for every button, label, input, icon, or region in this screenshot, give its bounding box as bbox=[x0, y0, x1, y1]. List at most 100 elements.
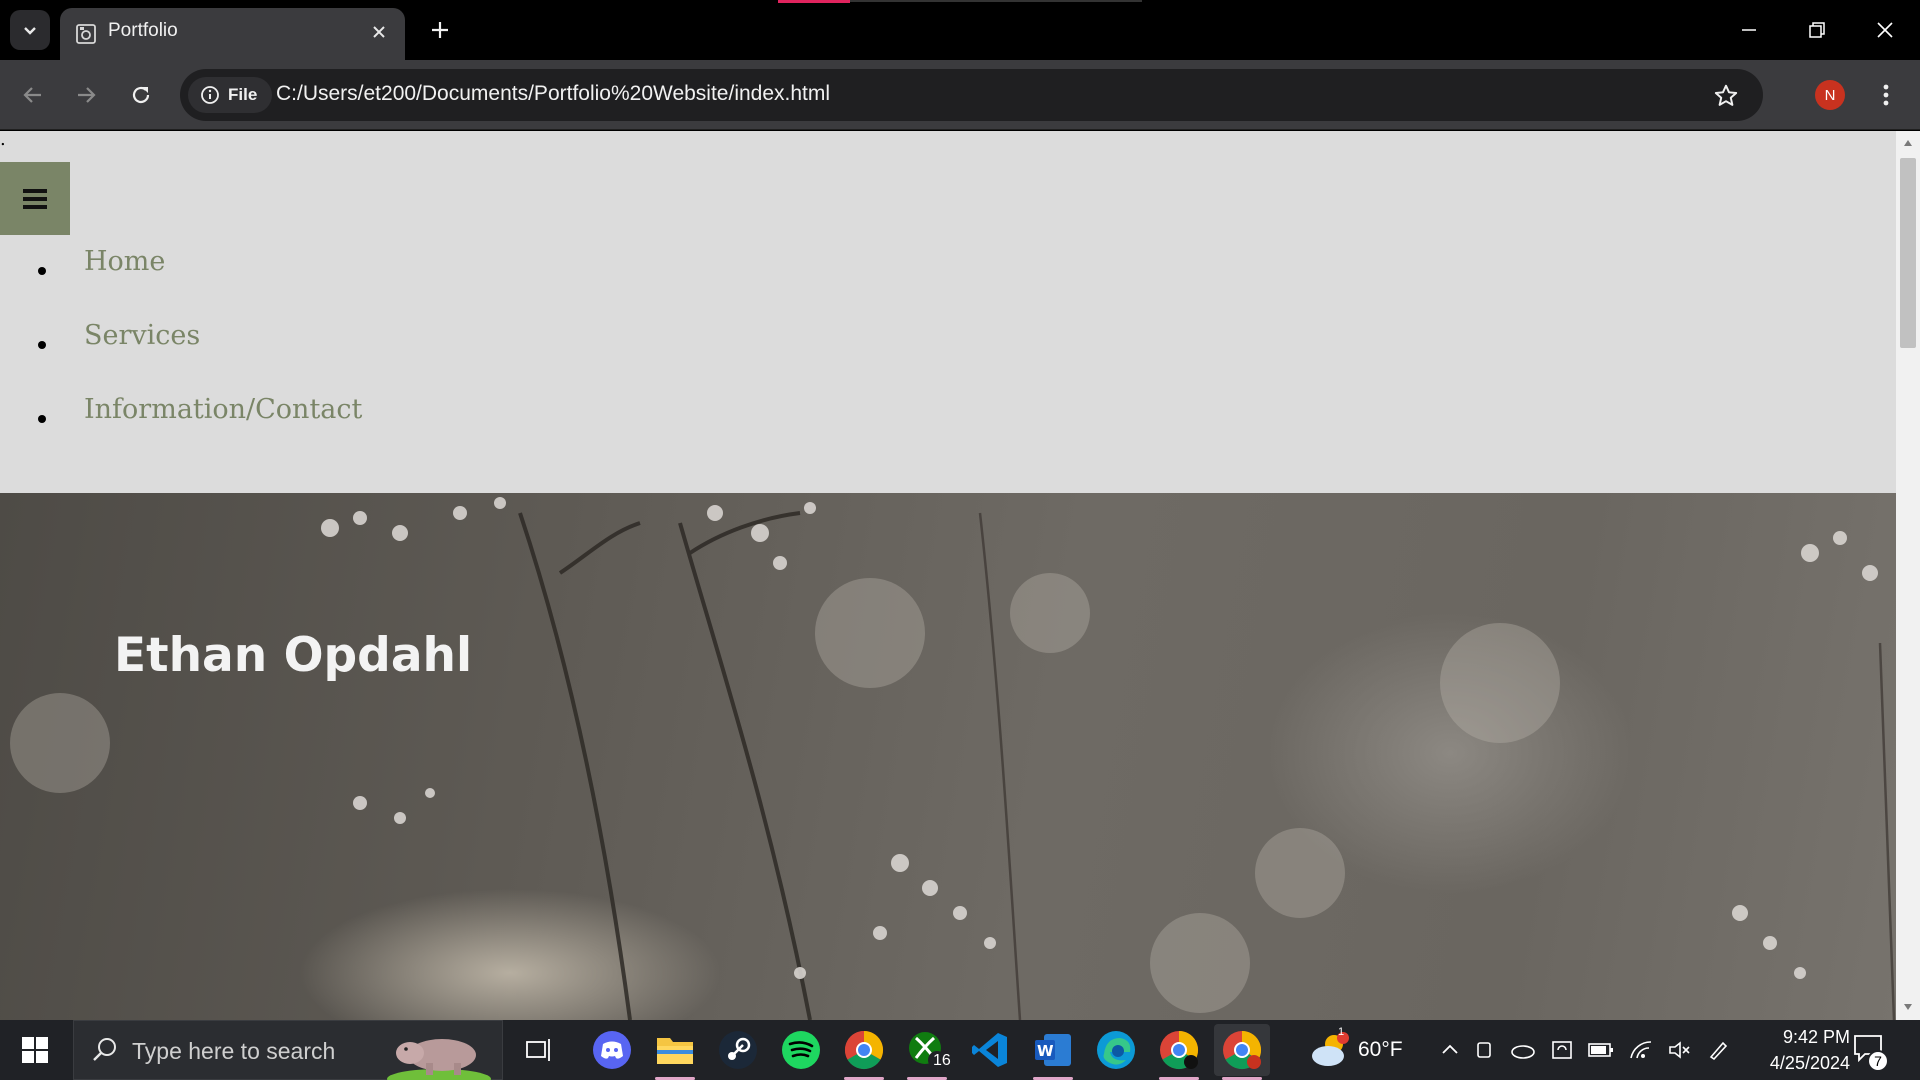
system-tray bbox=[1440, 1034, 1731, 1066]
speaker-muted-icon[interactable] bbox=[1668, 1040, 1692, 1060]
loading-indicator bbox=[778, 0, 1142, 3]
pen-icon[interactable] bbox=[1707, 1039, 1731, 1061]
nav-link-services[interactable]: Services bbox=[84, 317, 200, 355]
menu-toggle-button[interactable] bbox=[0, 162, 70, 235]
scroll-up-button[interactable] bbox=[1902, 137, 1914, 149]
chevron-down-icon bbox=[24, 27, 36, 35]
taskbar-chrome-2[interactable] bbox=[1151, 1024, 1207, 1080]
taskbar-clock[interactable]: 9:42 PM 4/25/2024 bbox=[1740, 1024, 1850, 1076]
site-info-chip[interactable]: File bbox=[188, 77, 272, 113]
more-vertical-icon bbox=[1883, 84, 1889, 106]
minimize-button[interactable] bbox=[1724, 8, 1774, 52]
edge-icon bbox=[1097, 1031, 1135, 1069]
taskbar-chrome-1[interactable] bbox=[836, 1024, 892, 1080]
restore-icon bbox=[1809, 22, 1825, 38]
taskbar-discord[interactable] bbox=[584, 1024, 640, 1076]
nav-item-contact: Information/Contact bbox=[0, 391, 362, 465]
taskbar-steam[interactable] bbox=[710, 1024, 766, 1076]
discord-icon bbox=[593, 1031, 631, 1069]
weather-temperature: 60°F bbox=[1358, 1038, 1403, 1061]
xbox-badge: 16 bbox=[933, 1052, 951, 1069]
chrome-icon bbox=[844, 1031, 884, 1070]
chrome-icon bbox=[1160, 1031, 1199, 1070]
plus-icon bbox=[432, 22, 448, 38]
search-highlight-icon bbox=[387, 1039, 491, 1080]
close-icon bbox=[373, 26, 385, 38]
taskbar-chrome-active[interactable] bbox=[1214, 1024, 1270, 1080]
back-button[interactable] bbox=[13, 75, 53, 115]
svg-text:W: W bbox=[1037, 1042, 1054, 1060]
url-text[interactable]: C:/Users/et200/Documents/Portfolio%20Web… bbox=[276, 82, 830, 106]
taskbar-spotify[interactable] bbox=[773, 1024, 829, 1076]
scroll-down-button[interactable] bbox=[1902, 1001, 1914, 1013]
taskbar-xbox[interactable]: 16 bbox=[899, 1024, 955, 1080]
nav-item-services: Services bbox=[0, 317, 362, 391]
triangle-down-icon bbox=[1904, 1004, 1912, 1010]
reload-icon bbox=[132, 86, 150, 104]
forward-button[interactable] bbox=[66, 75, 106, 115]
star-icon bbox=[1714, 84, 1738, 106]
new-tab-button[interactable] bbox=[424, 14, 456, 46]
sync-icon[interactable] bbox=[1551, 1039, 1573, 1061]
weather-badge: 1 bbox=[1338, 1026, 1345, 1038]
nav-link-home[interactable]: Home bbox=[84, 243, 165, 281]
arrow-right-icon bbox=[78, 87, 96, 103]
vscode-icon bbox=[972, 1033, 1007, 1067]
word-icon: W bbox=[1035, 1034, 1071, 1066]
page-favicon-icon bbox=[76, 24, 96, 44]
task-view-icon bbox=[526, 1039, 550, 1061]
address-bar[interactable]: File C:/Users/et200/Documents/Portfolio%… bbox=[180, 69, 1763, 121]
task-view-button[interactable] bbox=[512, 1024, 568, 1076]
chrome-icon bbox=[1223, 1031, 1262, 1070]
taskbar-search-box[interactable]: Type here to search bbox=[73, 1020, 503, 1080]
folder-icon bbox=[657, 1038, 693, 1064]
weather-widget[interactable]: 1 60°F bbox=[1310, 1026, 1410, 1072]
onedrive-icon[interactable] bbox=[1510, 1040, 1536, 1060]
taskbar-vscode[interactable] bbox=[962, 1024, 1018, 1076]
start-button[interactable] bbox=[0, 1020, 70, 1080]
profile-avatar[interactable]: N bbox=[1815, 80, 1845, 110]
bookmark-button[interactable] bbox=[1711, 81, 1741, 111]
hamburger-icon bbox=[23, 188, 47, 209]
search-icon bbox=[93, 1038, 116, 1061]
scrollbar-thumb[interactable] bbox=[1900, 158, 1916, 348]
taskbar-word[interactable]: W bbox=[1025, 1024, 1081, 1080]
tab-search-button[interactable] bbox=[10, 10, 50, 50]
hero-section: Ethan Opdahl bbox=[0, 493, 1896, 1020]
nav-item-home: Home bbox=[0, 243, 362, 317]
battery-icon[interactable] bbox=[1588, 1042, 1614, 1058]
triangle-up-icon bbox=[1904, 140, 1912, 146]
tab-strip: Portfolio bbox=[0, 0, 1920, 60]
taskbar-file-explorer[interactable] bbox=[647, 1024, 703, 1080]
minimize-icon bbox=[1742, 29, 1756, 31]
notification-center-button[interactable]: 7 bbox=[1853, 1034, 1889, 1072]
stray-text: . bbox=[0, 131, 6, 150]
close-window-button[interactable] bbox=[1860, 8, 1910, 52]
chevron-up-icon[interactable] bbox=[1440, 1040, 1460, 1060]
reload-button[interactable] bbox=[121, 75, 161, 115]
hero-title: Ethan Opdahl bbox=[114, 628, 473, 683]
arrow-left-icon bbox=[23, 87, 41, 103]
taskbar-edge[interactable] bbox=[1088, 1024, 1144, 1076]
info-icon bbox=[201, 86, 219, 104]
browser-toolbar: File C:/Users/et200/Documents/Portfolio%… bbox=[0, 60, 1920, 130]
search-placeholder: Type here to search bbox=[132, 1038, 336, 1064]
spotify-icon bbox=[782, 1031, 820, 1069]
close-icon bbox=[1877, 22, 1893, 38]
nav-link-contact[interactable]: Information/Contact bbox=[84, 391, 362, 429]
browser-menu-button[interactable] bbox=[1870, 78, 1902, 112]
web-page: . Home Services Information/Contact Etha… bbox=[0, 131, 1896, 1020]
restore-button[interactable] bbox=[1792, 8, 1842, 52]
tab-portfolio[interactable]: Portfolio bbox=[60, 8, 405, 60]
tab-title: Portfolio bbox=[108, 20, 178, 41]
tab-close-button[interactable] bbox=[367, 20, 391, 44]
wifi-icon[interactable] bbox=[1629, 1040, 1653, 1060]
steam-icon bbox=[719, 1031, 757, 1069]
hero-background-image bbox=[10, 497, 1896, 1020]
windows-logo-icon bbox=[22, 1037, 48, 1063]
page-scrollbar[interactable] bbox=[1896, 131, 1920, 1020]
taskbar: Type here to search 16 W 1 60°F 9:42 PM … bbox=[0, 1020, 1920, 1080]
nav-menu: Home Services Information/Contact bbox=[0, 243, 362, 465]
meet-now-icon[interactable] bbox=[1475, 1039, 1495, 1061]
clock-date: 4/25/2024 bbox=[1769, 1053, 1850, 1073]
